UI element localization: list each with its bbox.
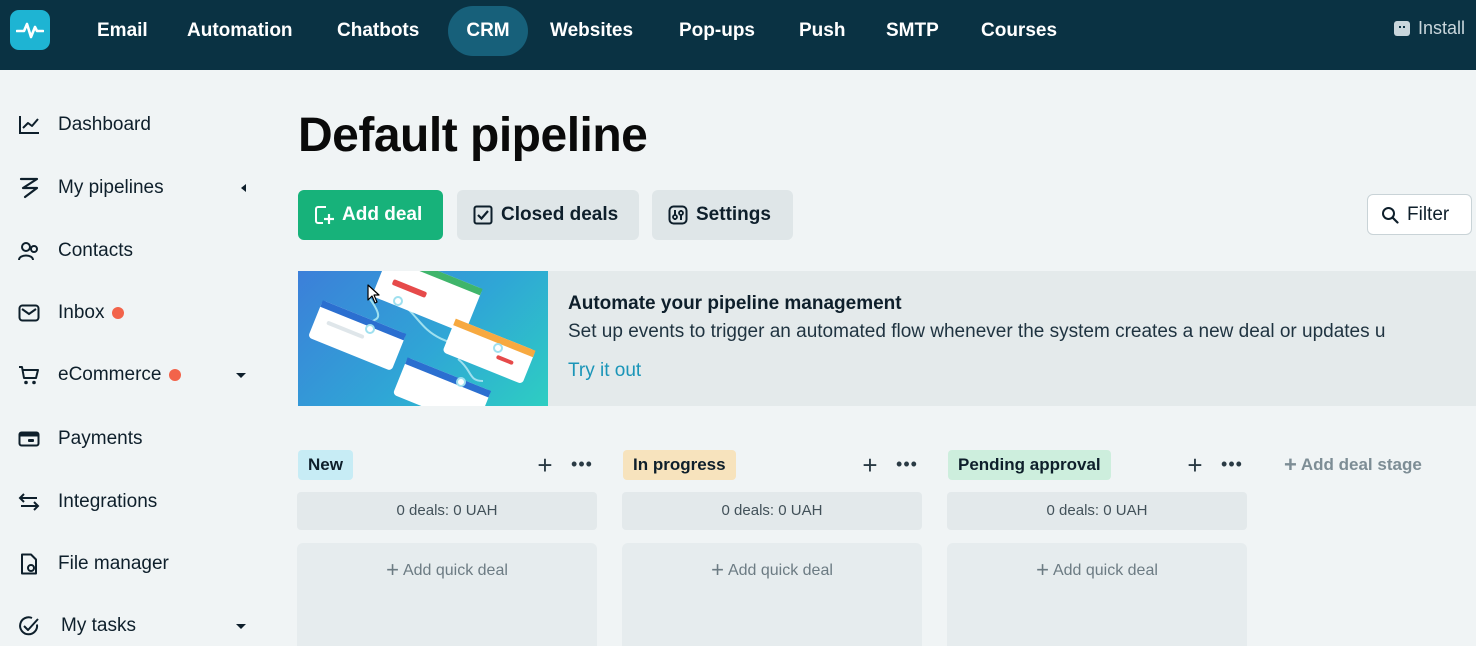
stage-deal-count: 0 deals: 0 UAH [622, 492, 922, 530]
plus-icon: + [1036, 557, 1049, 582]
sidebar-item-label: Dashboard [58, 114, 151, 135]
closed-deals-label: Closed deals [501, 204, 619, 225]
settings-label: Settings [696, 204, 771, 225]
add-quick-deal-button[interactable]: + Add quick deal [947, 557, 1247, 583]
stage-column-in-progress: In progress + ••• 0 deals: 0 UAH + Add qu… [622, 450, 922, 646]
add-deal-icon [314, 205, 334, 225]
add-deal-stage-button[interactable]: + Add deal stage [1284, 452, 1422, 478]
sidebar-item-label: Integrations [58, 491, 158, 512]
nav-push[interactable]: Push [782, 6, 862, 56]
nav-automation[interactable]: Automation [170, 6, 310, 56]
sidebar-item-dashboard[interactable]: Dashboard [18, 110, 258, 140]
sidebar-item-label: My tasks [61, 615, 136, 636]
envelope-icon [18, 302, 40, 324]
sidebar-item-label: My pipelines [58, 177, 164, 198]
add-deal-stage-label: Add deal stage [1300, 455, 1422, 474]
settings-button[interactable]: Settings [652, 190, 793, 240]
notification-badge [112, 307, 125, 319]
stage-column-pending-approval: Pending approval + ••• 0 deals: 0 UAH + A… [947, 450, 1247, 646]
filter-button[interactable]: Filter [1367, 194, 1472, 235]
banner-illustration [298, 271, 548, 406]
add-quick-deal-button[interactable]: + Add quick deal [297, 557, 597, 583]
add-deal-plus-icon[interactable]: + [534, 452, 556, 478]
stage-drop-area: + Add quick deal [297, 543, 597, 646]
file-icon [18, 553, 40, 575]
stage-name[interactable]: In progress [623, 450, 736, 480]
add-quick-deal-label: Add quick deal [727, 562, 833, 579]
page-title: Default pipeline [298, 109, 648, 162]
add-deal-button[interactable]: Add deal [298, 190, 443, 240]
sidebar-item-label: Payments [58, 428, 143, 449]
wallet-icon [18, 428, 40, 450]
stage-name[interactable]: New [298, 450, 353, 480]
add-deal-plus-icon[interactable]: + [859, 452, 881, 478]
sidebar-item-label: Contacts [58, 240, 133, 261]
stage-deal-count: 0 deals: 0 UAH [297, 492, 597, 530]
sidebar-item-contacts[interactable]: Contacts [18, 236, 258, 266]
nav-smtp[interactable]: SMTP [869, 6, 956, 56]
sidebar-item-payments[interactable]: Payments [18, 424, 258, 454]
add-deal-plus-icon[interactable]: + [1184, 452, 1206, 478]
more-options-icon[interactable]: ••• [895, 453, 919, 477]
checkbox-icon [473, 205, 493, 225]
sidebar-item-my-tasks[interactable]: My tasks [18, 611, 258, 641]
add-quick-deal-label: Add quick deal [402, 562, 508, 579]
chevron-left-icon[interactable] [241, 184, 246, 192]
stage-column-new: New + ••• 0 deals: 0 UAH + Add quick deal [297, 450, 597, 646]
automation-banner: Automate your pipeline management Set up… [298, 271, 1476, 406]
mouse-cursor-icon [367, 284, 381, 309]
banner-title: Automate your pipeline management [568, 293, 902, 314]
search-icon [1381, 206, 1399, 224]
sidebar-item-file-manager[interactable]: File manager [18, 549, 258, 579]
sidebar: Dashboard My pipelines Contacts Inbox eC… [0, 70, 270, 646]
settings-sliders-icon [668, 205, 688, 225]
nav-email[interactable]: Email [80, 6, 165, 56]
install-label: Install [1418, 18, 1466, 38]
top-navigation: Email Automation Chatbots CRM Websites P… [0, 0, 1476, 70]
stage-name[interactable]: Pending approval [948, 450, 1111, 480]
notification-badge [169, 369, 182, 381]
chevron-down-icon[interactable] [236, 624, 246, 629]
chat-icon [1394, 21, 1410, 36]
banner-text: Set up events to trigger an automated fl… [568, 321, 1386, 342]
plus-icon: + [386, 557, 399, 582]
contacts-icon [18, 240, 40, 262]
swap-arrows-icon [18, 491, 40, 513]
nav-courses[interactable]: Courses [964, 6, 1074, 56]
add-deal-label: Add deal [342, 204, 423, 225]
plus-icon: + [1284, 452, 1297, 477]
stage-drop-area: + Add quick deal [622, 543, 922, 646]
sidebar-item-label: File manager [58, 553, 169, 574]
add-quick-deal-button[interactable]: + Add quick deal [622, 557, 922, 583]
sidebar-item-my-pipelines[interactable]: My pipelines [18, 173, 258, 203]
stage-deal-count: 0 deals: 0 UAH [947, 492, 1247, 530]
try-it-out-link[interactable]: Try it out [568, 360, 641, 382]
cart-icon [18, 364, 40, 386]
filter-label: Filter [1407, 203, 1450, 225]
nav-crm[interactable]: CRM [448, 6, 528, 56]
plus-icon: + [711, 557, 724, 582]
more-options-icon[interactable]: ••• [570, 453, 594, 477]
sidebar-item-integrations[interactable]: Integrations [18, 487, 258, 517]
check-circle-icon [18, 615, 40, 637]
sidebar-item-label: Inbox [58, 302, 105, 323]
add-quick-deal-label: Add quick deal [1052, 562, 1158, 579]
chevron-down-icon[interactable] [236, 373, 246, 378]
nav-popups[interactable]: Pop-ups [662, 6, 772, 56]
logo-pulse-icon[interactable] [10, 10, 50, 50]
closed-deals-button[interactable]: Closed deals [457, 190, 639, 240]
sidebar-item-ecommerce[interactable]: eCommerce [18, 360, 258, 390]
nav-websites[interactable]: Websites [533, 6, 650, 56]
install-button[interactable]: Install [1394, 18, 1465, 39]
sidebar-item-label: eCommerce [58, 364, 162, 385]
pipeline-icon [18, 177, 40, 199]
nav-chatbots[interactable]: Chatbots [320, 6, 436, 56]
more-options-icon[interactable]: ••• [1220, 453, 1244, 477]
chart-line-icon [18, 114, 40, 136]
sidebar-item-inbox[interactable]: Inbox [18, 298, 258, 328]
stage-drop-area: + Add quick deal [947, 543, 1247, 646]
